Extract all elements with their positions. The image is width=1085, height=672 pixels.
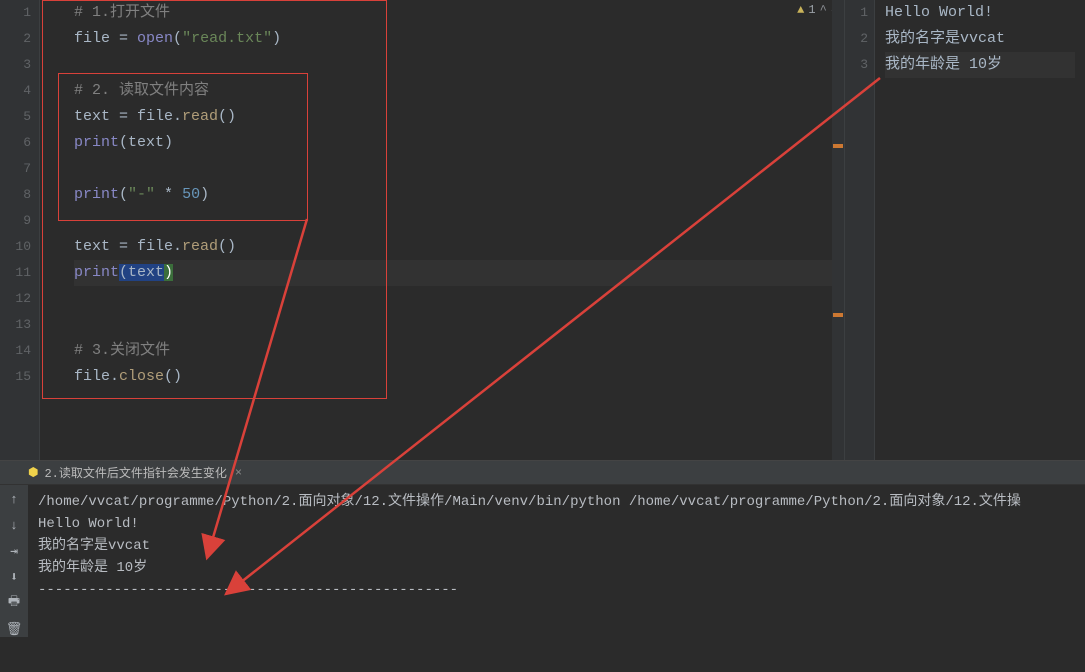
line-number: 8 xyxy=(0,182,31,208)
code-fn: print xyxy=(74,186,119,203)
line-number: 2 xyxy=(0,26,31,52)
code-id: file xyxy=(74,30,110,47)
console-line: ----------------------------------------… xyxy=(38,579,1075,601)
line-number: 12 xyxy=(0,286,31,312)
console-line: 我的名字是vvcat xyxy=(38,535,1075,557)
file-line: Hello World! xyxy=(885,0,1075,26)
line-number: 4 xyxy=(0,78,31,104)
error-stripe[interactable] xyxy=(832,0,844,460)
code-fn: read xyxy=(182,238,218,255)
line-number: 11 xyxy=(0,260,31,286)
code-id: text xyxy=(74,238,110,255)
current-line[interactable]: print(text) xyxy=(74,260,844,286)
code-id: text xyxy=(74,108,110,125)
code-editor[interactable]: 1 2 3 4 5 6 7 8 9 10 11 12 13 14 15 ▲ 1 … xyxy=(0,0,844,460)
down-stack-icon[interactable]: ↓ xyxy=(6,517,22,533)
print-icon[interactable]: 🖶 xyxy=(6,595,22,611)
close-tab-button[interactable]: × xyxy=(235,466,242,480)
run-panel: ⬢ 2.读取文件后文件指针会发生变化 × ↑ ↓ ⇥ ⬇ 🖶 🗑 /home/v… xyxy=(0,460,1085,637)
code-comment: # 1.打开文件 xyxy=(74,4,170,21)
python-icon: ⬢ xyxy=(28,465,38,480)
stripe-mark[interactable] xyxy=(833,144,843,148)
line-number: 1 xyxy=(0,0,31,26)
run-tab-bar: ⬢ 2.读取文件后文件指针会发生变化 × xyxy=(0,461,1085,485)
line-number: 2 xyxy=(845,26,868,52)
line-number: 5 xyxy=(0,104,31,130)
line-number: 13 xyxy=(0,312,31,338)
code-fn: print xyxy=(74,264,119,281)
line-number: 3 xyxy=(845,52,868,78)
run-command: /home/vvcat/programme/Python/2.面向对象/12.文… xyxy=(38,491,1075,513)
trash-icon[interactable]: 🗑 xyxy=(6,621,22,637)
editor-gutter: 1 2 3 4 5 6 7 8 9 10 11 12 13 14 15 xyxy=(0,0,40,460)
run-tab-title[interactable]: 2.读取文件后文件指针会发生变化 xyxy=(44,464,226,481)
code-fn: print xyxy=(74,134,119,151)
run-toolbar: ↑ ↓ ⇥ ⬇ 🖶 🗑 xyxy=(0,485,28,637)
warning-count: 1 xyxy=(808,3,815,17)
scroll-end-icon[interactable]: ⬇ xyxy=(6,569,22,585)
warning-icon: ▲ xyxy=(797,3,804,17)
softwrap-icon[interactable]: ⇥ xyxy=(6,543,22,559)
prev-warning-button[interactable]: ^ xyxy=(820,3,827,17)
code-fn: close xyxy=(119,368,164,385)
line-number: 10 xyxy=(0,234,31,260)
code-comment: # 3.关闭文件 xyxy=(74,342,170,359)
side-gutter: 1 2 3 xyxy=(845,0,875,460)
line-number: 3 xyxy=(0,52,31,78)
line-number: 6 xyxy=(0,130,31,156)
code-comment: # 2. 读取文件内容 xyxy=(74,82,209,99)
side-editor[interactable]: 1 2 3 Hello World! 我的名字是vvcat 我的年龄是 10岁 xyxy=(844,0,1085,460)
line-number: 15 xyxy=(0,364,31,390)
console-line: Hello World! xyxy=(38,513,1075,535)
code-fn: open xyxy=(137,30,173,47)
up-stack-icon[interactable]: ↑ xyxy=(6,491,22,507)
line-number: 9 xyxy=(0,208,31,234)
console-line: 我的年龄是 10岁 xyxy=(38,557,1075,579)
console-output[interactable]: /home/vvcat/programme/Python/2.面向对象/12.文… xyxy=(28,485,1085,637)
file-line: 我的年龄是 10岁 xyxy=(885,52,1075,78)
line-number: 7 xyxy=(0,156,31,182)
code-fn: read xyxy=(182,108,218,125)
code-string: "read.txt" xyxy=(182,30,272,47)
line-number: 14 xyxy=(0,338,31,364)
stripe-mark[interactable] xyxy=(833,313,843,317)
line-number: 1 xyxy=(845,0,868,26)
file-line: 我的名字是vvcat xyxy=(885,26,1075,52)
